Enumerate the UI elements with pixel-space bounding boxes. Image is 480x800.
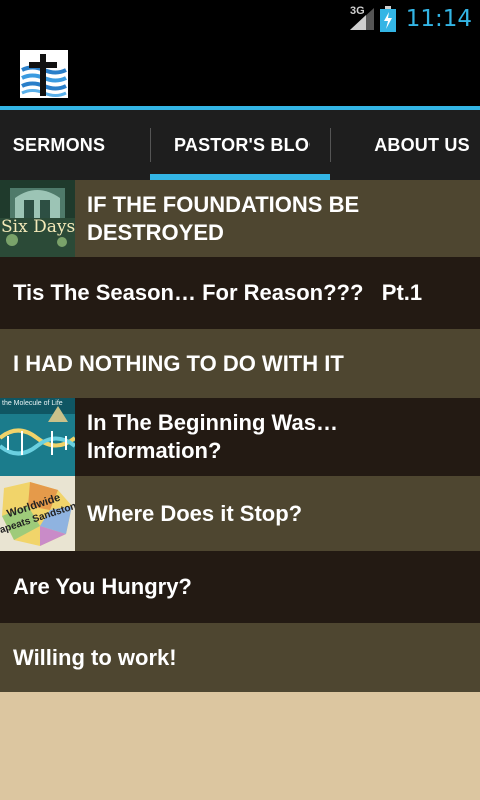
tab-sermons[interactable]: SERMONS bbox=[0, 110, 118, 180]
app-logo-icon[interactable] bbox=[20, 50, 68, 98]
clock: 11:14 bbox=[405, 6, 472, 32]
tab-about-us[interactable]: ABOUT US bbox=[364, 110, 480, 180]
status-bar: 3G 11:14 bbox=[0, 0, 480, 38]
post-title: Tis The Season… For Reason??? Pt.1 bbox=[13, 280, 423, 305]
blog-post-list: Six Days IF THE FOUNDATIONS BE DESTROYED… bbox=[0, 180, 480, 692]
thumbnail-caption: Six Days bbox=[1, 217, 75, 237]
tab-pastors-blog[interactable]: PASTOR'S BLOG bbox=[160, 110, 310, 180]
tab-sermons-label: SERMONS bbox=[12, 134, 106, 155]
status-icons: 11:14 bbox=[349, 0, 472, 38]
post-title: Willing to work! bbox=[13, 644, 177, 670]
post-thumbnail: the Molecule of Life bbox=[0, 398, 75, 476]
post-title: Where Does it Stop? bbox=[87, 500, 303, 526]
post-thumbnail: Six Days bbox=[0, 180, 75, 257]
list-item[interactable]: I HAD NOTHING TO DO WITH IT bbox=[0, 329, 480, 398]
action-bar bbox=[0, 38, 480, 106]
list-item[interactable]: the Molecule of Life In The Beginning Wa… bbox=[0, 398, 480, 476]
post-title: In The Beginning Was… Information? bbox=[87, 410, 338, 463]
post-thumbnail: Worldwide apeats Sandstone bbox=[0, 476, 75, 551]
list-item[interactable]: Worldwide apeats Sandstone Where Does it… bbox=[0, 476, 480, 551]
signal-icon bbox=[349, 8, 374, 30]
list-item[interactable]: Are You Hungry? bbox=[0, 551, 480, 623]
list-item[interactable]: Six Days IF THE FOUNDATIONS BE DESTROYED bbox=[0, 180, 480, 257]
tab-bar: SERMONS PASTOR'S BLOG ABOUT US bbox=[0, 110, 480, 180]
post-title: Are You Hungry? bbox=[13, 574, 192, 599]
tab-about-us-label: ABOUT US bbox=[374, 134, 470, 155]
tab-divider bbox=[150, 128, 151, 162]
list-item[interactable]: Tis The Season… For Reason??? Pt.1 bbox=[0, 257, 480, 329]
battery-charging-icon bbox=[379, 6, 396, 32]
post-title: IF THE FOUNDATIONS BE DESTROYED bbox=[87, 191, 360, 245]
tab-pastors-blog-label: PASTOR'S BLOG bbox=[174, 134, 310, 155]
thumbnail-caption: the Molecule of Life bbox=[2, 400, 63, 407]
tab-divider bbox=[330, 128, 331, 162]
list-item[interactable]: Willing to work! bbox=[0, 623, 480, 692]
post-title: I HAD NOTHING TO DO WITH IT bbox=[13, 350, 344, 376]
